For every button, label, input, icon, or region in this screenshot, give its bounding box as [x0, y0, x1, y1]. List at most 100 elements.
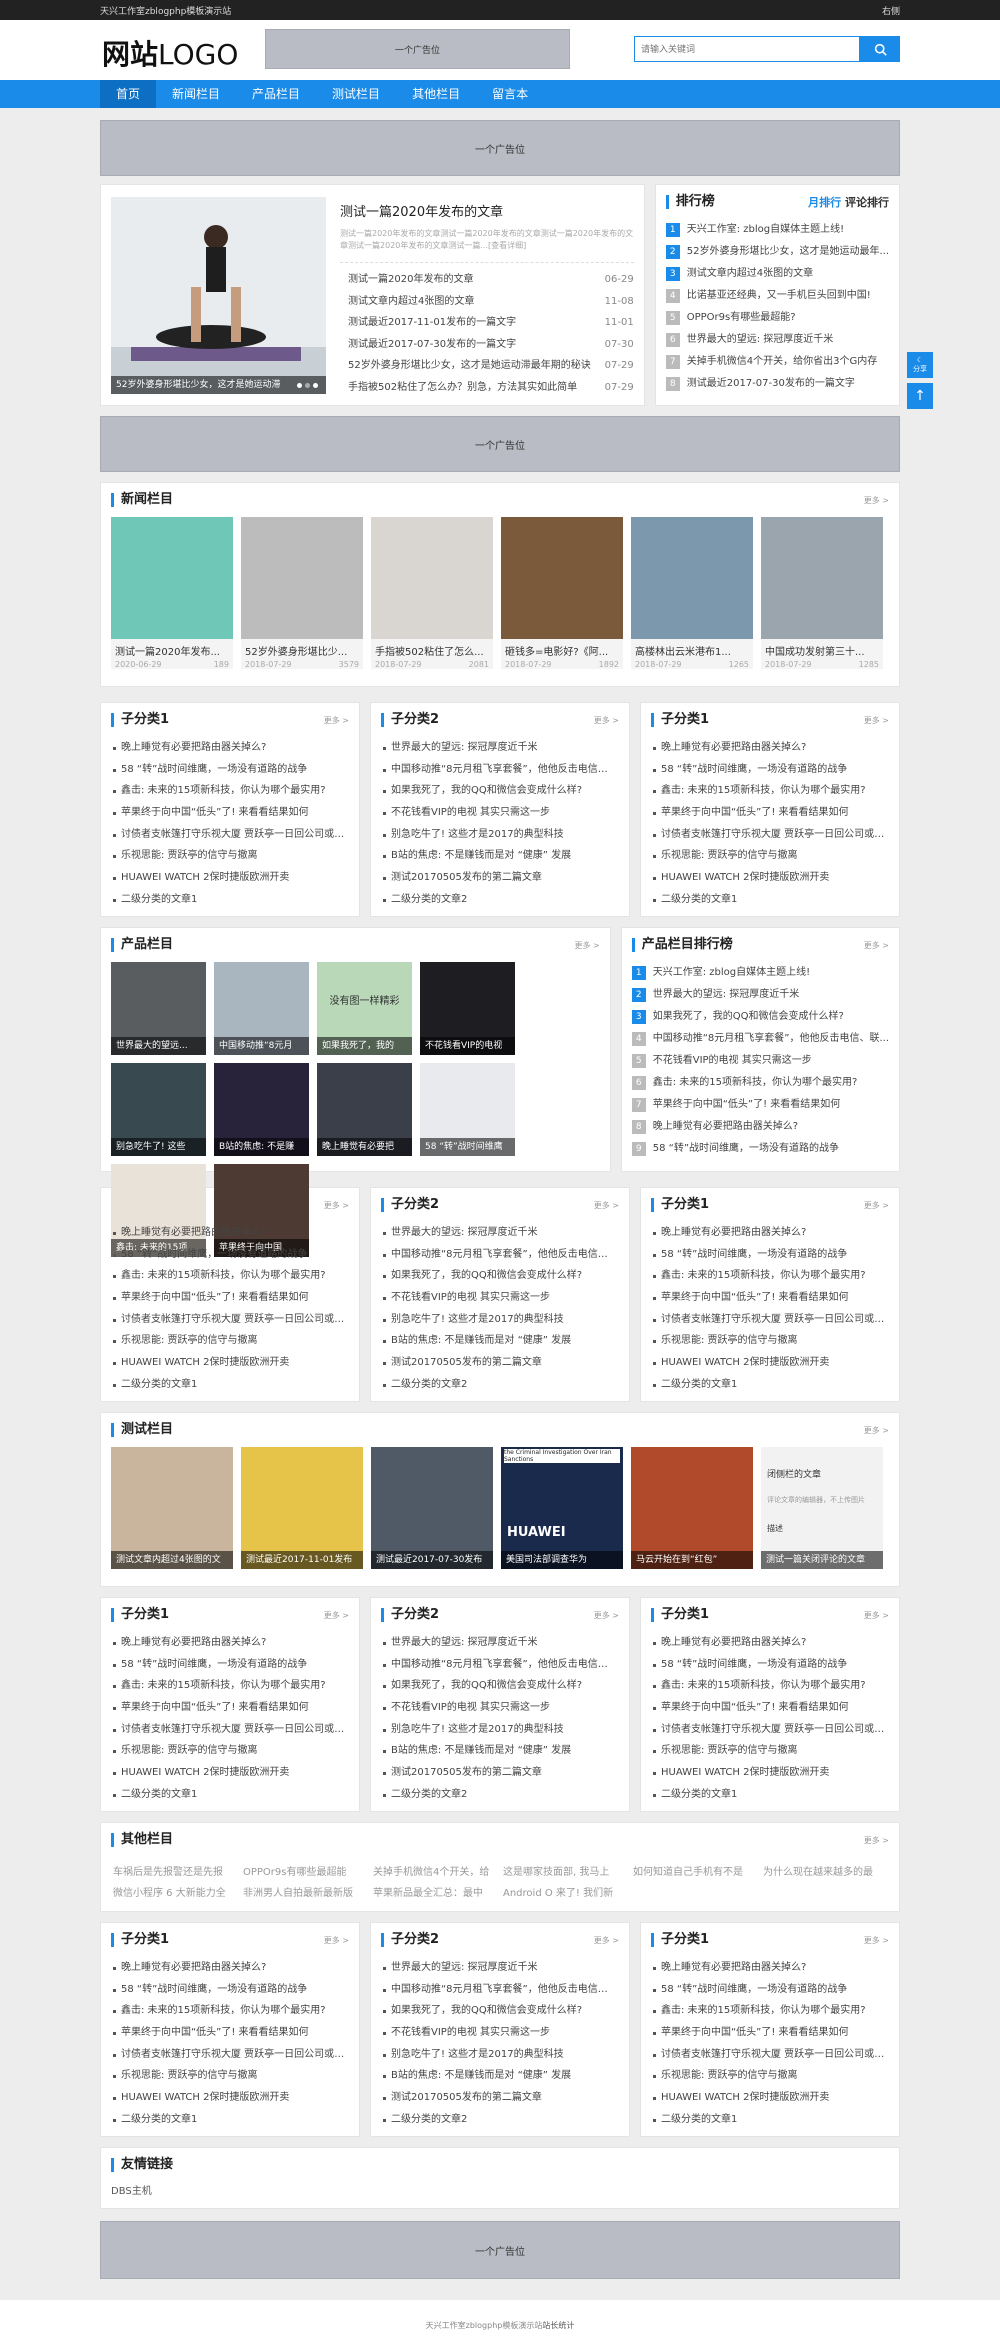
- subcategory-item[interactable]: 讨债者支帐篷打守乐视大厦 贾跃亭一日回公司或被跟身: [653, 1719, 887, 1741]
- ranking-item[interactable]: 8 晚上睡觉有必要把路由器关掉么?: [631, 1116, 889, 1138]
- subcategory-more[interactable]: 更多 >: [594, 1610, 619, 1621]
- subcategory-more[interactable]: 更多 >: [864, 1935, 889, 1946]
- news-card[interactable]: 手指被502粘住了怎么... 2018-07-29 2081: [371, 517, 493, 669]
- subcategory-item[interactable]: 58 “转”战时间维鹰，一场没有道路的战争: [113, 759, 347, 781]
- subcategory-item[interactable]: 中国移动推“8元月租飞享套餐”，他他反击电信、联...: [383, 1979, 617, 2001]
- featured-title[interactable]: 测试一篇2020年发布的文章: [340, 201, 634, 220]
- subcategory-item[interactable]: 讨债者支帐篷打守乐视大厦 贾跃亭一日回公司或被跟身: [113, 1309, 347, 1331]
- subcategory-item[interactable]: 晚上睡觉有必要把路由器关掉么?: [653, 737, 887, 759]
- header-ad[interactable]: 一个广告位: [265, 29, 570, 69]
- news-card[interactable]: 中国成功发射第三十... 2018-07-29 1285: [761, 517, 883, 669]
- ad-banner-1[interactable]: 一个广告位: [100, 120, 900, 176]
- subcategory-more[interactable]: 更多 >: [324, 715, 349, 726]
- nav-products[interactable]: 产品栏目: [236, 80, 316, 108]
- subcategory-item[interactable]: 测试20170505发布的第二篇文章: [383, 867, 617, 889]
- subcategory-item[interactable]: B站的焦虑: 不是赚钱而是对 “健康” 发展: [383, 1740, 617, 1762]
- subcategory-item[interactable]: 乐视思能: 贾跃亭的信守与撤离: [653, 2065, 887, 2087]
- topbar-right[interactable]: 右侧: [882, 4, 900, 17]
- product-card[interactable]: 58 “转”战时间维鹰: [420, 1063, 515, 1156]
- subcategory-more[interactable]: 更多 >: [594, 715, 619, 726]
- other-tag[interactable]: 苹果新品最全汇总：最中: [373, 1884, 491, 1899]
- subcategory-item[interactable]: 世界最大的望远: 探冠厚度近千米: [383, 1632, 617, 1654]
- subcategory-item[interactable]: 苹果终于向中国“低头”了! 来看看结果如何: [113, 1287, 347, 1309]
- other-tag[interactable]: 车祸后是先报警还是先报: [113, 1863, 231, 1878]
- other-tag[interactable]: OPPOr9s有哪些最超能: [243, 1863, 361, 1878]
- subcategory-item[interactable]: 苹果终于向中国“低头”了! 来看看结果如何: [113, 802, 347, 824]
- subcategory-item[interactable]: 二级分类的文章2: [383, 1784, 617, 1806]
- ranking-item[interactable]: 6 世界最大的望远: 探冠厚度近千米: [665, 329, 889, 351]
- subcategory-item[interactable]: 不花钱看VIP的电视 其实只需这一步: [383, 1287, 617, 1309]
- products-more[interactable]: 更多 >: [574, 940, 599, 951]
- subcategory-item[interactable]: 世界最大的望远: 探冠厚度近千米: [383, 737, 617, 759]
- subcategory-item[interactable]: HUAWEI WATCH 2保时捷版欧洲开卖: [113, 867, 347, 889]
- subcategory-item[interactable]: 苹果终于向中国“低头”了! 来看看结果如何: [113, 2022, 347, 2044]
- nav-news[interactable]: 新闻栏目: [156, 80, 236, 108]
- other-tag[interactable]: Android O 来了! 我们新: [503, 1884, 621, 1899]
- subcategory-more[interactable]: 更多 >: [864, 1610, 889, 1621]
- subcategory-item[interactable]: 乐视思能: 贾跃亭的信守与撤离: [113, 845, 347, 867]
- subcategory-item[interactable]: 讨债者支帐篷打守乐视大厦 贾跃亭一日回公司或被跟身: [113, 824, 347, 846]
- site-logo[interactable]: 网站LOGO: [102, 33, 238, 73]
- product-ranking-more[interactable]: 更多 >: [864, 940, 889, 951]
- subcategory-item[interactable]: HUAWEI WATCH 2保时捷版欧洲开卖: [113, 2087, 347, 2109]
- subcategory-item[interactable]: 鑫击: 未来的15项新科技，你认为哪个最实用?: [653, 2000, 887, 2022]
- subcategory-item[interactable]: 中国移动推“8元月租飞享套餐”，他他反击电信、联...: [383, 759, 617, 781]
- other-more[interactable]: 更多 >: [864, 1835, 889, 1846]
- subcategory-item[interactable]: 乐视思能: 贾跃亭的信守与撤离: [113, 1330, 347, 1352]
- subcategory-item[interactable]: 不花钱看VIP的电视 其实只需这一步: [383, 1697, 617, 1719]
- subcategory-item[interactable]: B站的焦虑: 不是赚钱而是对 “健康” 发展: [383, 845, 617, 867]
- subcategory-item[interactable]: 讨债者支帐篷打守乐视大厦 贾跃亭一日回公司或被跟身: [113, 1719, 347, 1741]
- featured-list-item[interactable]: 测试最近2017-11-01发布的一篇文字 11-01: [340, 312, 634, 334]
- featured-slide[interactable]: 52岁外婆身形堪比少女，这才是她运动滞: [111, 197, 326, 394]
- featured-list-item[interactable]: 测试最近2017-07-30发布的一篇文字 07-30: [340, 334, 634, 356]
- featured-list-item[interactable]: 52岁外婆身形堪比少女，这才是她运动滞最年期的秘诀 07-29: [340, 355, 634, 377]
- subcategory-item[interactable]: 不花钱看VIP的电视 其实只需这一步: [383, 802, 617, 824]
- test-card[interactable]: 测试最近2017-11-01发布: [241, 1447, 363, 1569]
- product-card[interactable]: B站的焦虑: 不是赚: [214, 1063, 309, 1156]
- subcategory-item[interactable]: 苹果终于向中国“低头”了! 来看看结果如何: [113, 1697, 347, 1719]
- nav-test[interactable]: 测试栏目: [316, 80, 396, 108]
- subcategory-item[interactable]: 晚上睡觉有必要把路由器关掉么?: [653, 1957, 887, 1979]
- subcategory-item[interactable]: 不花钱看VIP的电视 其实只需这一步: [383, 2022, 617, 2044]
- subcategory-item[interactable]: 中国移动推“8元月租飞享套餐”，他他反击电信、联...: [383, 1654, 617, 1676]
- subcategory-item[interactable]: 二级分类的文章1: [113, 1784, 347, 1806]
- subcategory-more[interactable]: 更多 >: [864, 715, 889, 726]
- subcategory-item[interactable]: 如果我死了，我的QQ和微信会变成什么样?: [383, 2000, 617, 2022]
- ranking-item[interactable]: 8 测试最近2017-07-30发布的一篇文字: [665, 373, 889, 395]
- ranking-item[interactable]: 7 关掉手机微信4个开关，给你省出3个G内存: [665, 351, 889, 373]
- nav-other[interactable]: 其他栏目: [396, 80, 476, 108]
- subcategory-item[interactable]: 58 “转”战时间维鹰，一场没有道路的战争: [653, 1244, 887, 1266]
- subcategory-item[interactable]: 二级分类的文章1: [113, 2109, 347, 2131]
- subcategory-item[interactable]: 测试20170505发布的第二篇文章: [383, 2087, 617, 2109]
- other-tag[interactable]: 关掉手机微信4个开关，给: [373, 1863, 491, 1878]
- ad-banner-2[interactable]: 一个广告位: [100, 416, 900, 472]
- subcategory-item[interactable]: 58 “转”战时间维鹰，一场没有道路的战争: [113, 1979, 347, 2001]
- product-card[interactable]: 世界最大的望远...: [111, 962, 206, 1055]
- subcategory-item[interactable]: 别急吃牛了! 这些才是2017的典型科技: [383, 824, 617, 846]
- featured-list-item[interactable]: 手指被502粘住了怎么办？别急，方法其实如此简单 07-29: [340, 377, 634, 394]
- news-more[interactable]: 更多 >: [864, 495, 889, 506]
- subcategory-item[interactable]: 晚上睡觉有必要把路由器关掉么?: [113, 737, 347, 759]
- subcategory-item[interactable]: 如果我死了，我的QQ和微信会变成什么样?: [383, 780, 617, 802]
- news-card[interactable]: 52岁外婆身形堪比少... 2018-07-29 3579: [241, 517, 363, 669]
- subcategory-item[interactable]: 中国移动推“8元月租飞享套餐”，他他反击电信、联...: [383, 1244, 617, 1266]
- subcategory-item[interactable]: HUAWEI WATCH 2保时捷版欧洲开卖: [653, 1352, 887, 1374]
- subcategory-item[interactable]: 二级分类的文章2: [383, 2109, 617, 2131]
- subcategory-item[interactable]: 二级分类的文章1: [113, 1374, 347, 1396]
- subcategory-item[interactable]: 二级分类的文章1: [653, 889, 887, 911]
- other-tag[interactable]: 微信小程序 6 大新能力全: [113, 1884, 231, 1899]
- product-card[interactable]: 不花钱看VIP的电视: [420, 962, 515, 1055]
- subcategory-item[interactable]: 如果我死了，我的QQ和微信会变成什么样?: [383, 1675, 617, 1697]
- nav-home[interactable]: 首页: [100, 80, 157, 108]
- ranking-item[interactable]: 2 52岁外婆身形堪比少女，这才是她运动最年...: [665, 241, 889, 263]
- ranking-item[interactable]: 1 天兴工作室: zblog自媒体主题上线!: [665, 219, 889, 241]
- subcategory-item[interactable]: 世界最大的望远: 探冠厚度近千米: [383, 1957, 617, 1979]
- subcategory-item[interactable]: 晚上睡觉有必要把路由器关掉么?: [113, 1632, 347, 1654]
- tab-month[interactable]: 月排行: [808, 196, 841, 209]
- test-card[interactable]: 测试文章内超过4张图的文: [111, 1447, 233, 1569]
- subcategory-item[interactable]: 乐视思能: 贾跃亭的信守与撤离: [113, 2065, 347, 2087]
- subcategory-item[interactable]: 鑫击: 未来的15项新科技，你认为哪个最实用?: [113, 1675, 347, 1697]
- subcategory-item[interactable]: 二级分类的文章1: [653, 2109, 887, 2131]
- test-card[interactable]: 测试最近2017-07-30发布: [371, 1447, 493, 1569]
- test-card[interactable]: 闭侧栏的文章 评论文章的编辑器，不上传图片 描述 测试一篇关闭评论的文章: [761, 1447, 883, 1569]
